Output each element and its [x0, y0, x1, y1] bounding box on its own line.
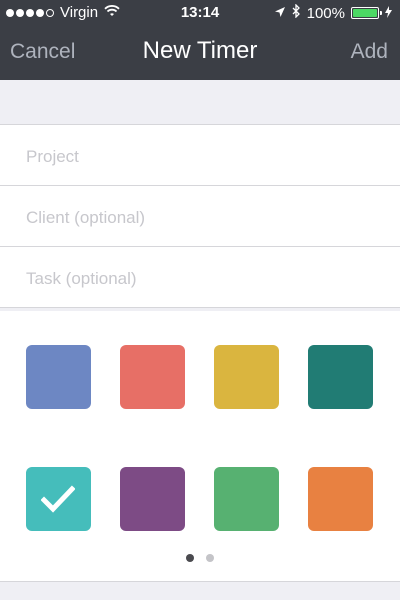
color-swatch-blue[interactable] — [26, 345, 91, 409]
top-bar: Virgin 13:14 100% Cancel New Timer Add — [0, 0, 400, 80]
add-button[interactable]: Add — [351, 40, 388, 64]
battery-icon — [351, 7, 382, 19]
page-dot-1[interactable] — [186, 554, 194, 562]
color-swatch-yellow[interactable] — [214, 345, 279, 409]
color-picker — [0, 311, 400, 582]
color-swatch-orange[interactable] — [308, 467, 373, 531]
checkmark-icon — [41, 485, 75, 513]
color-swatch-teal-dark[interactable] — [308, 345, 373, 409]
client-row — [0, 186, 400, 249]
bluetooth-icon — [292, 3, 301, 22]
battery-percentage: 100% — [306, 4, 345, 22]
location-arrow-icon — [274, 5, 286, 22]
color-swatch-turquoise[interactable] — [26, 467, 91, 531]
timer-form — [0, 124, 400, 310]
project-row — [0, 125, 400, 188]
color-swatch-green[interactable] — [214, 467, 279, 531]
color-swatch-purple[interactable] — [120, 467, 185, 531]
status-right: 100% — [274, 3, 392, 22]
task-row — [0, 247, 400, 310]
client-input[interactable] — [24, 186, 378, 249]
page-title: New Timer — [142, 37, 258, 64]
charging-icon — [385, 5, 392, 22]
page-indicator — [0, 554, 400, 562]
battery-fill — [353, 9, 377, 17]
color-swatch-red[interactable] — [120, 345, 185, 409]
navigation-bar: Cancel New Timer Add — [0, 26, 400, 80]
task-input[interactable] — [24, 247, 378, 310]
page-dot-2[interactable] — [206, 554, 214, 562]
status-bar: Virgin 13:14 100% — [0, 0, 400, 26]
project-input[interactable] — [24, 125, 378, 188]
